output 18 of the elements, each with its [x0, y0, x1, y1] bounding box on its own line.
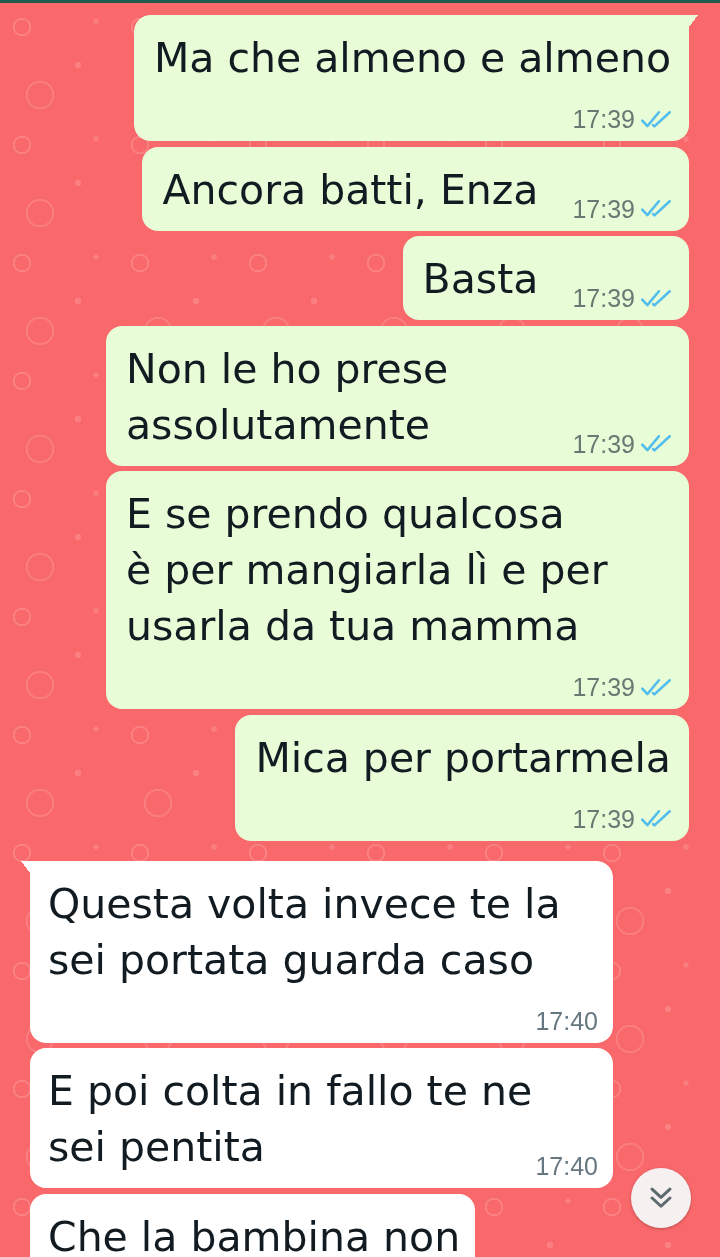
message-text: Questa volta invece te la sei portata guarda caso [48, 879, 561, 984]
message-text: Mica per portarmela [255, 733, 671, 782]
message-text: Basta [422, 255, 539, 303]
message-text: Ma che almeno e almeno [153, 34, 671, 82]
message-time: 17:39 [572, 104, 635, 134]
message-time: 17:39 [572, 193, 635, 224]
message-text: Non le ho prese assolutamente [126, 344, 449, 449]
message-time: 17:39 [572, 283, 635, 313]
message-time: 17:40 [535, 1005, 598, 1036]
message-time: 17:39 [572, 428, 635, 459]
message-text: Che la bambina non [48, 1212, 461, 1257]
message-text: E se prendo qualcosa è per mangiarla lì e per usarla da tua mamma [126, 490, 608, 650]
message-time: 17:40 [535, 1151, 598, 1181]
message-time: 17:39 [572, 672, 635, 702]
message-text: E poi colta in fallo te ne sei pentita [48, 1067, 533, 1171]
message-text: Ancora batti, Enza [162, 165, 539, 214]
double-chevron-down-icon [650, 1187, 672, 1209]
message-time: 17:39 [572, 803, 635, 834]
